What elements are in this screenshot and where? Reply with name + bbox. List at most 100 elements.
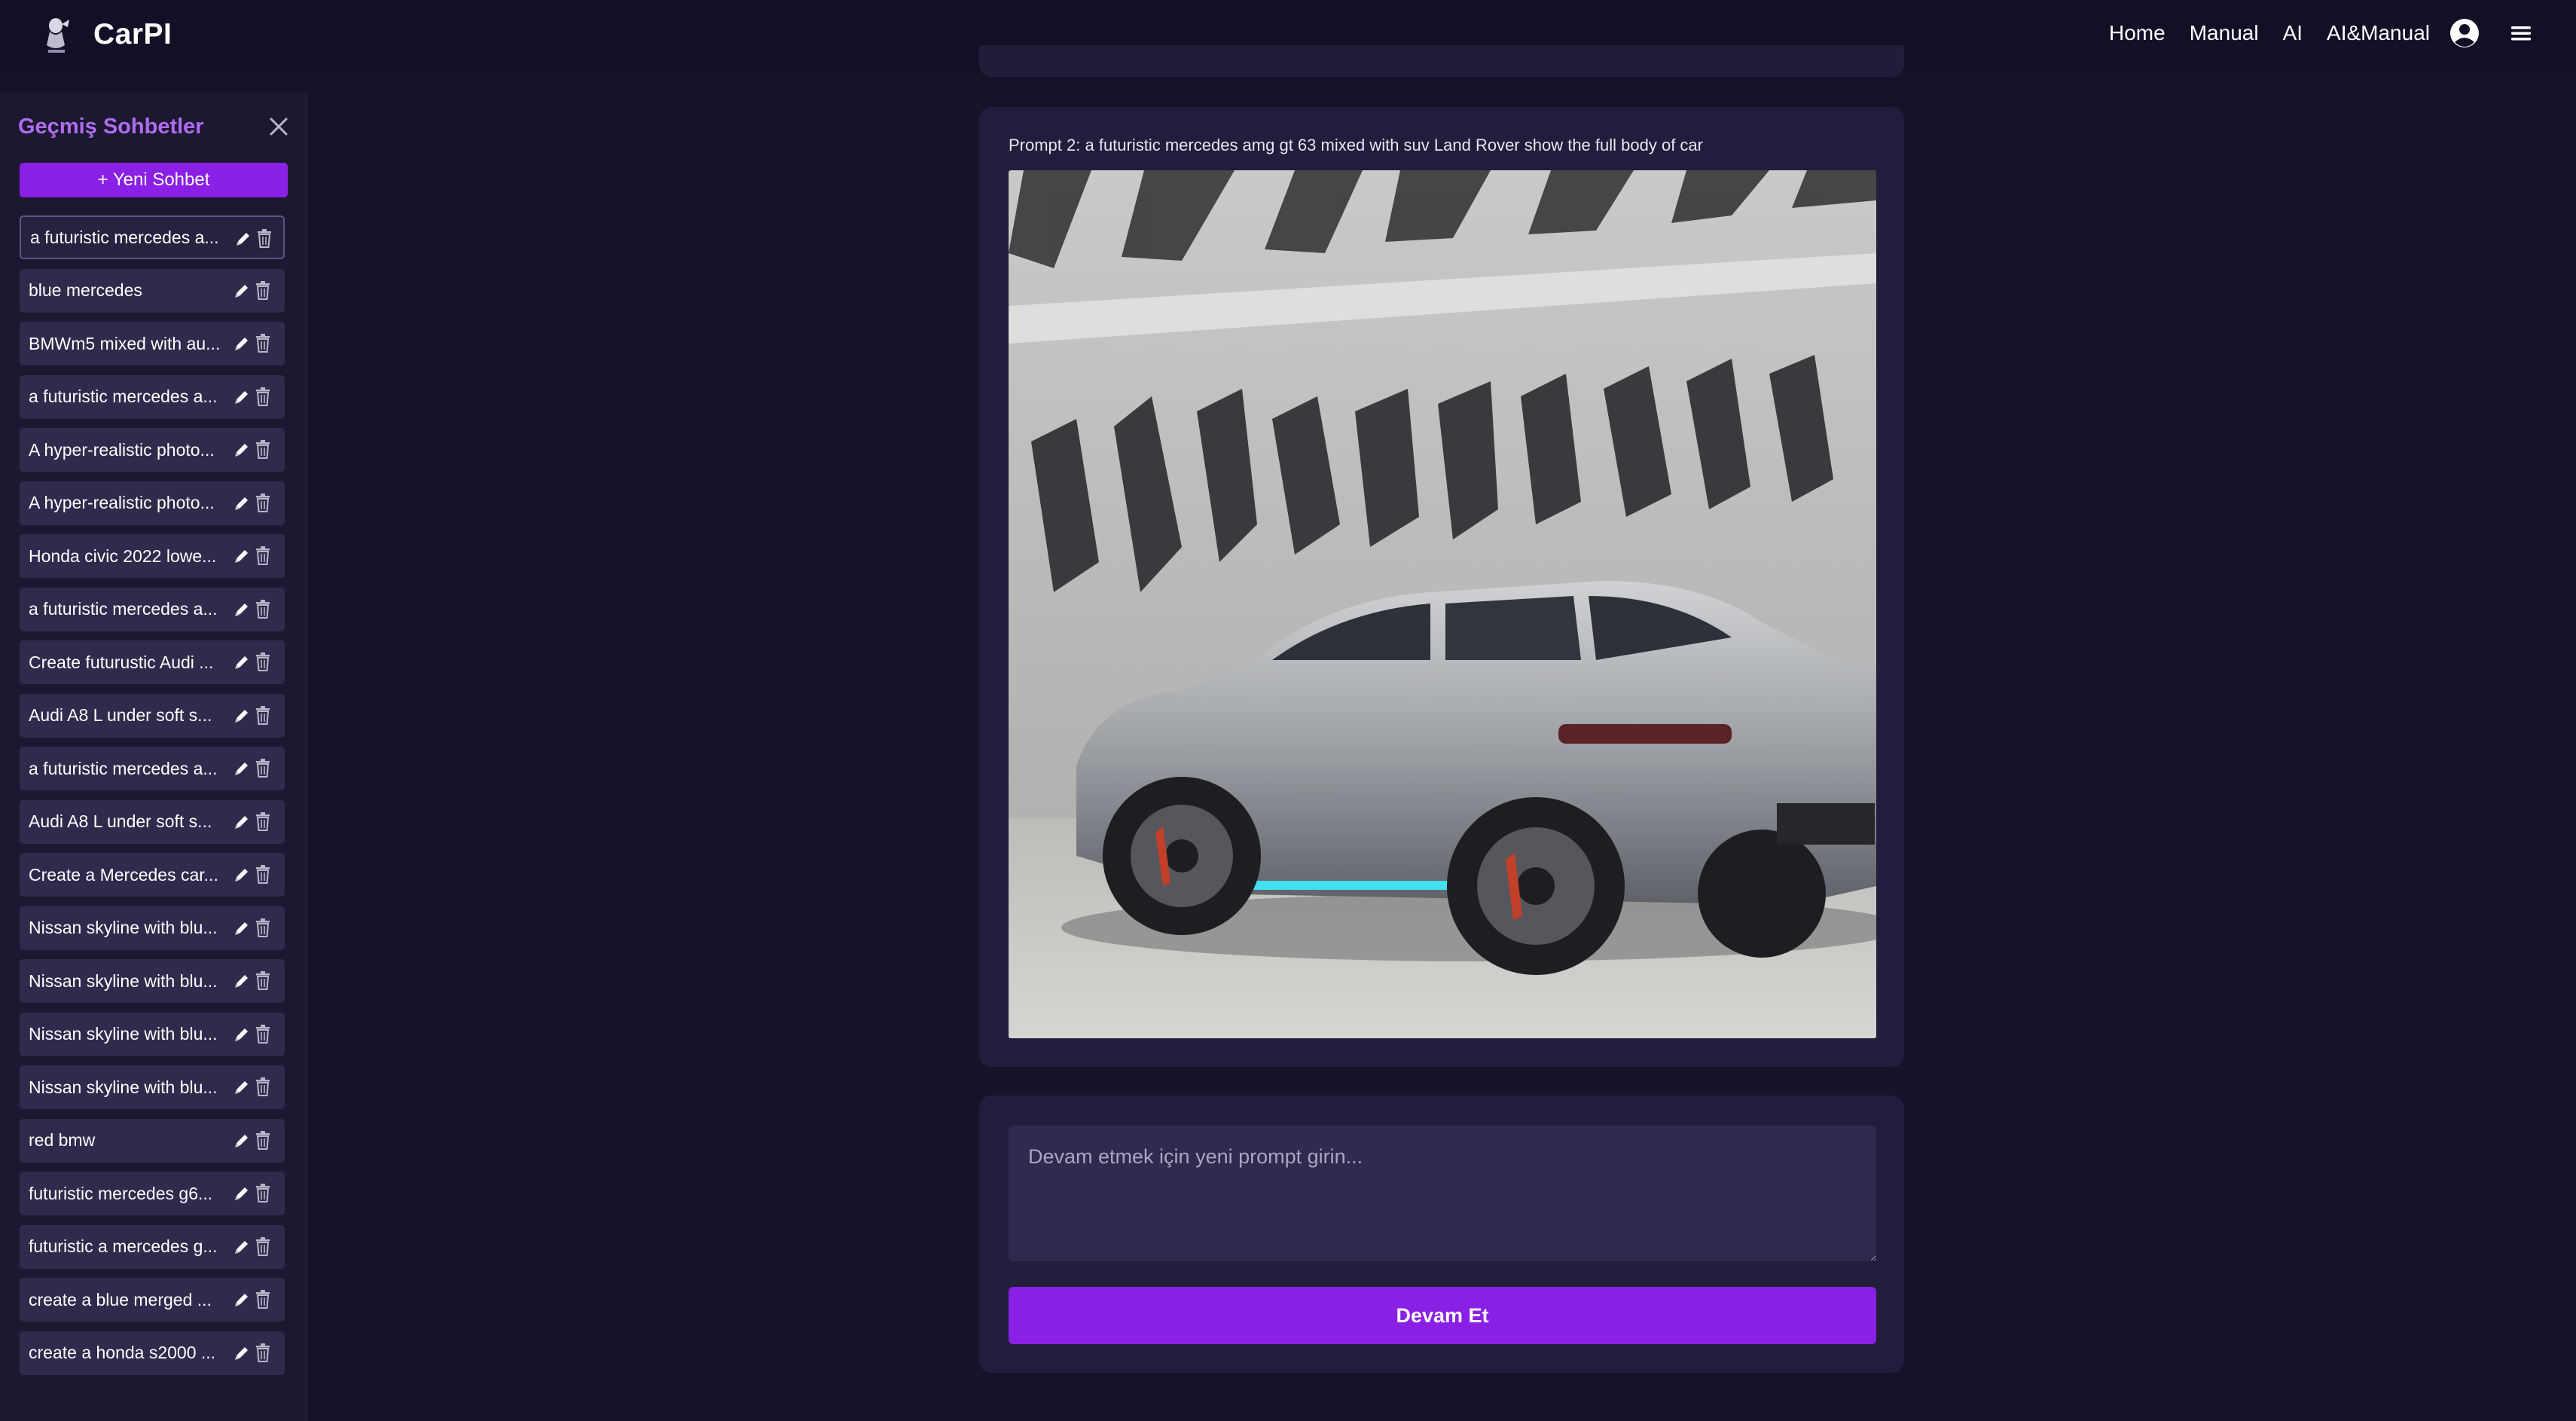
chat-history-item[interactable]: A hyper-realistic photo... xyxy=(20,481,285,525)
chat-history-item[interactable]: a futuristic mercedes a... xyxy=(20,374,285,419)
chat-history-label: Honda civic 2022 lowe... xyxy=(29,545,217,566)
pencil-icon[interactable] xyxy=(233,388,251,406)
nav-manual-link[interactable]: Manual xyxy=(2190,21,2259,45)
pencil-icon[interactable] xyxy=(233,1238,251,1256)
new-prompt-card: Devam Et xyxy=(979,1096,1904,1373)
chat-history-item[interactable]: blue mercedes xyxy=(20,268,285,313)
chat-history-item[interactable]: Honda civic 2022 lowe... xyxy=(20,534,285,578)
pencil-icon[interactable] xyxy=(233,1132,251,1150)
chat-history-label: BMWm5 mixed with au... xyxy=(29,333,221,353)
chat-history-item[interactable]: create a blue merged ... xyxy=(20,1278,285,1322)
pencil-icon[interactable] xyxy=(233,919,251,937)
pencil-icon[interactable] xyxy=(233,813,251,831)
chat-history-item[interactable]: Nissan skyline with blu... xyxy=(20,1012,285,1056)
trash-icon[interactable] xyxy=(255,599,271,619)
chat-history-item[interactable]: futuristic mercedes g6... xyxy=(20,1172,285,1215)
chat-history-label: Create a Mercedes car... xyxy=(29,864,218,885)
chat-history-item[interactable]: BMWm5 mixed with au... xyxy=(20,322,285,365)
chat-history-label: A hyper-realistic photo... xyxy=(29,439,215,460)
chat-history-label: Nissan skyline with blu... xyxy=(29,918,218,937)
new-prompt-input[interactable] xyxy=(1009,1126,1876,1261)
chat-history-item[interactable]: futuristic a mercedes g... xyxy=(20,1224,285,1269)
chat-history-label: create a blue merged ... xyxy=(29,1289,212,1309)
trash-icon[interactable] xyxy=(255,811,271,831)
chat-history-label: futuristic mercedes g6... xyxy=(29,1183,213,1203)
trash-icon[interactable] xyxy=(255,652,271,671)
chat-history-item[interactable]: Audi A8 L under soft s... xyxy=(20,799,285,844)
trash-icon[interactable] xyxy=(255,918,271,937)
brand[interactable]: CarPI xyxy=(39,12,172,57)
pencil-icon[interactable] xyxy=(233,494,251,512)
trash-icon[interactable] xyxy=(255,970,271,990)
pencil-icon[interactable] xyxy=(233,1078,251,1096)
chat-history-label: Create futurustic Audi ... xyxy=(29,652,214,672)
trash-icon[interactable] xyxy=(255,1130,271,1150)
trash-icon[interactable] xyxy=(255,387,271,406)
trash-icon[interactable] xyxy=(255,1289,271,1309)
trash-icon[interactable] xyxy=(255,439,271,459)
trash-icon[interactable] xyxy=(255,1024,271,1044)
trash-icon[interactable] xyxy=(255,280,271,300)
nav-ai-link[interactable]: AI xyxy=(2283,21,2303,45)
trash-icon[interactable] xyxy=(255,545,271,565)
chat-history-label: create a honda s2000 ... xyxy=(29,1343,216,1362)
pencil-icon[interactable] xyxy=(233,1291,251,1309)
trash-icon[interactable] xyxy=(255,493,271,512)
pencil-icon[interactable] xyxy=(233,441,251,459)
user-circle-icon[interactable] xyxy=(2449,18,2480,48)
trash-icon[interactable] xyxy=(255,1077,271,1096)
pencil-icon[interactable] xyxy=(234,230,252,248)
pencil-icon[interactable] xyxy=(233,600,251,619)
trash-icon[interactable] xyxy=(256,228,273,248)
chat-history-item[interactable]: Create futurustic Audi ... xyxy=(20,640,285,684)
prompt-result-card: Prompt 2: a futuristic mercedes amg gt 6… xyxy=(979,107,1904,1067)
trash-icon[interactable] xyxy=(255,1183,271,1203)
chat-history-item[interactable]: Nissan skyline with blu... xyxy=(20,1065,285,1109)
chat-history-item[interactable]: Nissan skyline with blu... xyxy=(20,906,285,950)
generated-car-image[interactable] xyxy=(1009,170,1876,1038)
hamburger-menu-icon[interactable] xyxy=(2510,22,2532,44)
chat-history-label: Nissan skyline with blu... xyxy=(29,1077,218,1097)
chat-history-label: A hyper-realistic photo... xyxy=(29,493,215,512)
nav-ai-manual-link[interactable]: AI&Manual xyxy=(2327,21,2430,45)
pencil-icon[interactable] xyxy=(233,759,251,778)
chat-history-label: blue mercedes xyxy=(29,280,142,300)
chat-history-label: red bmw xyxy=(29,1130,96,1150)
chat-history-item[interactable]: a futuristic mercedes a... xyxy=(20,747,285,790)
continue-button[interactable]: Devam Et xyxy=(1009,1287,1876,1344)
chat-history-item[interactable]: red bmw xyxy=(20,1118,285,1163)
pencil-icon[interactable] xyxy=(233,653,251,671)
pencil-icon[interactable] xyxy=(233,1184,251,1203)
previous-prompt-card xyxy=(979,45,1904,77)
chat-history-item[interactable]: A hyper-realistic photo... xyxy=(20,428,285,472)
new-chat-button[interactable]: + Yeni Sohbet xyxy=(20,163,288,197)
pencil-icon[interactable] xyxy=(233,547,251,565)
trash-icon[interactable] xyxy=(255,333,271,353)
chat-history-item[interactable]: Create a Mercedes car... xyxy=(20,853,285,897)
pencil-icon[interactable] xyxy=(233,866,251,884)
chat-history-label: a futuristic mercedes a... xyxy=(29,758,218,778)
close-icon[interactable] xyxy=(268,116,289,137)
chat-history-item[interactable]: create a honda s2000 ... xyxy=(20,1331,285,1375)
prompt-text: Prompt 2: a futuristic mercedes amg gt 6… xyxy=(1009,136,1703,154)
pencil-icon[interactable] xyxy=(233,707,251,725)
chat-history-item[interactable]: a futuristic mercedes a... xyxy=(20,215,285,259)
pencil-icon[interactable] xyxy=(233,972,251,990)
trash-icon[interactable] xyxy=(255,1236,271,1256)
chat-history-item[interactable]: Audi A8 L under soft s... xyxy=(20,693,285,738)
brand-name: CarPI xyxy=(93,18,172,50)
trash-icon[interactable] xyxy=(255,864,271,884)
trash-icon[interactable] xyxy=(255,758,271,778)
chat-history-item[interactable]: Nissan skyline with blu... xyxy=(20,959,285,1003)
trash-icon[interactable] xyxy=(255,705,271,725)
trash-icon[interactable] xyxy=(255,1343,271,1362)
pencil-icon[interactable] xyxy=(233,1344,251,1362)
nav-home-link[interactable]: Home xyxy=(2109,21,2165,45)
history-sidebar: Geçmiş Sohbetler + Yeni Sohbet a futuris… xyxy=(0,92,307,1421)
pencil-icon[interactable] xyxy=(233,282,251,300)
brand-logo-icon xyxy=(47,18,69,53)
pencil-icon[interactable] xyxy=(233,1025,251,1044)
chat-history-label: Nissan skyline with blu... xyxy=(29,970,218,991)
chat-history-item[interactable]: a futuristic mercedes a... xyxy=(20,587,285,631)
pencil-icon[interactable] xyxy=(233,335,251,353)
